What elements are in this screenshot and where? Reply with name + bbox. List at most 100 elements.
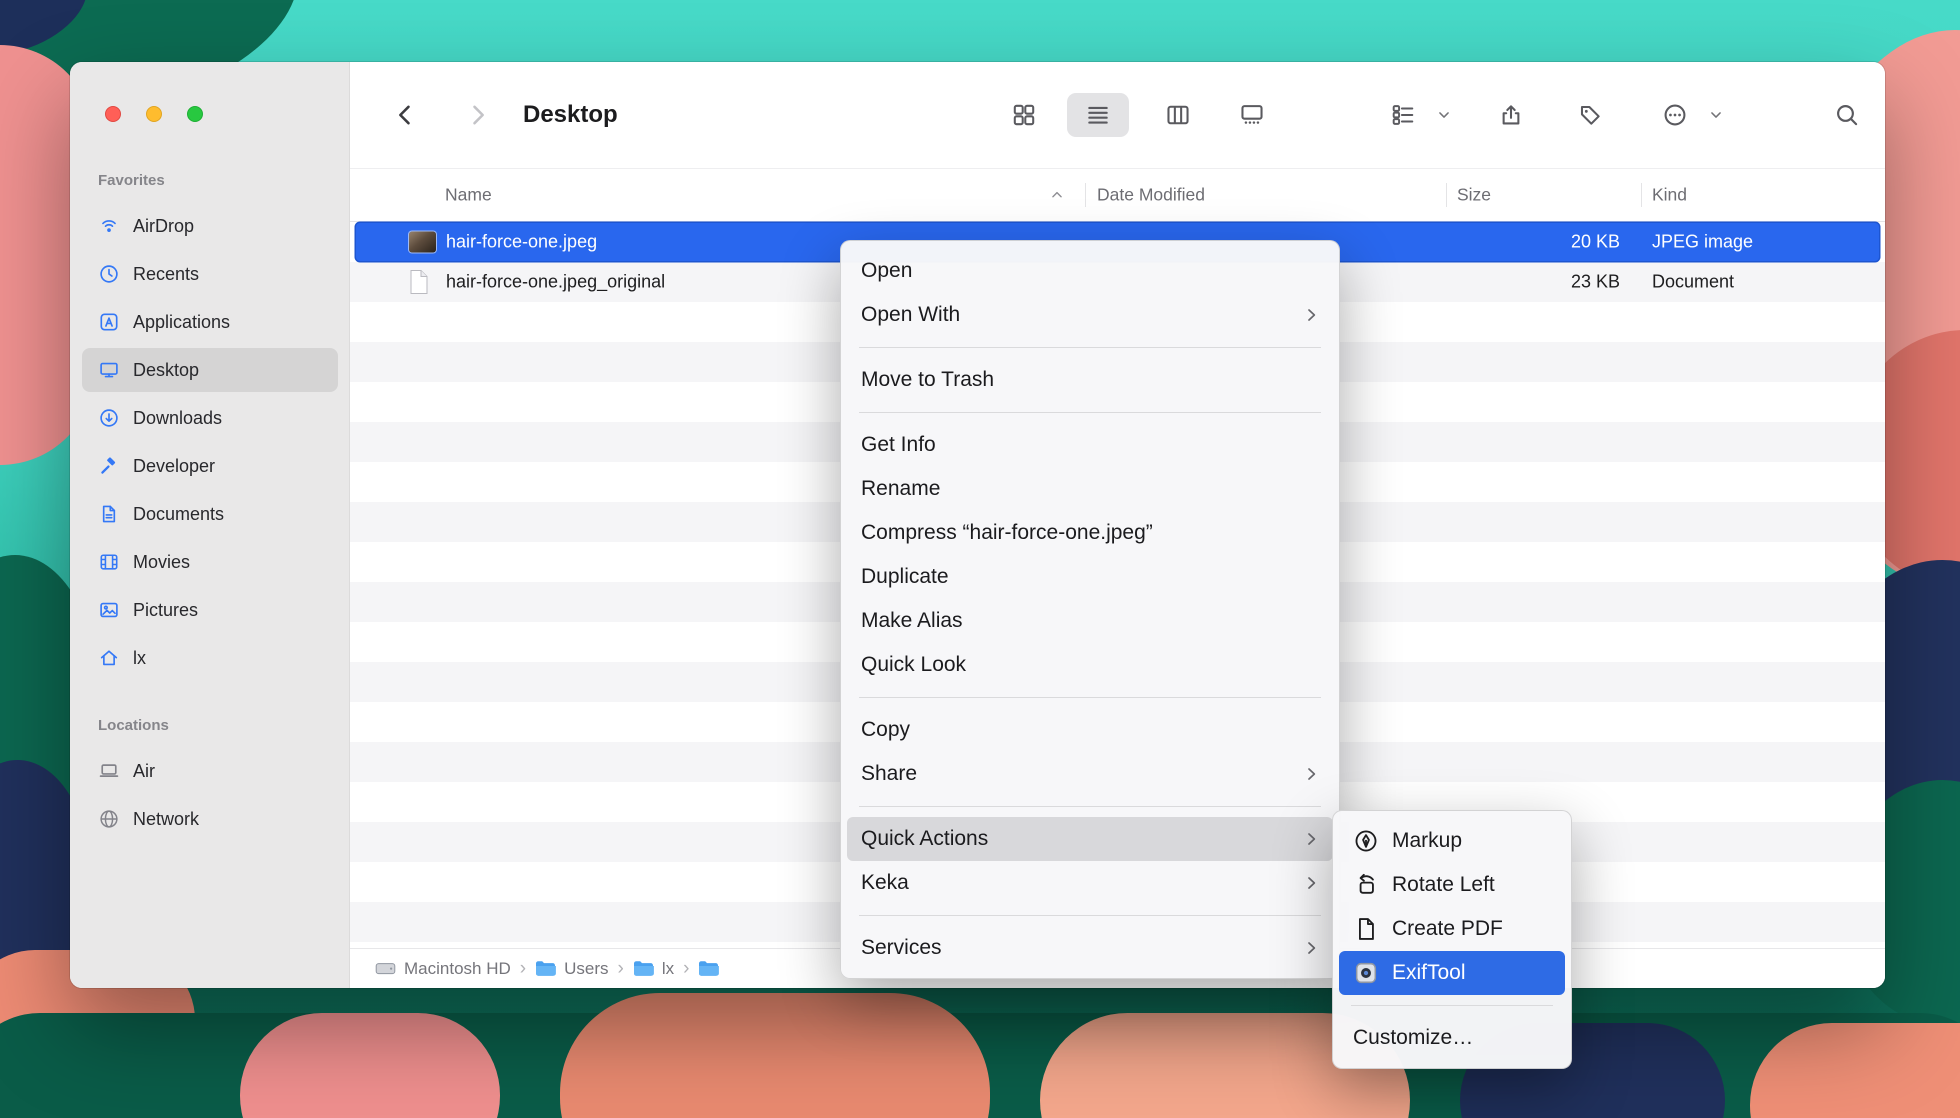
sidebar-item-documents[interactable]: Documents	[82, 492, 338, 536]
sidebar-item-label: Pictures	[133, 600, 198, 621]
tag-button[interactable]	[1577, 102, 1603, 128]
globe-icon	[98, 808, 120, 830]
downloads-icon	[98, 407, 120, 429]
clock-icon	[98, 263, 120, 285]
submenu-chevron-icon	[1303, 766, 1319, 782]
path-item-lx[interactable]: lx	[633, 959, 674, 979]
submenu-item-rotate-left[interactable]: Rotate Left	[1339, 863, 1565, 907]
sidebar-item-home-lx[interactable]: lx	[82, 636, 338, 680]
sidebar-item-air[interactable]: Air	[82, 749, 338, 793]
context-menu-item-rename[interactable]: Rename	[847, 467, 1333, 511]
airdrop-icon	[98, 215, 120, 237]
menu-item-label: Move to Trash	[861, 368, 994, 392]
context-menu-item-copy[interactable]: Copy	[847, 708, 1333, 752]
folder-icon	[535, 960, 556, 977]
photo-icon	[98, 599, 120, 621]
path-label: Macintosh HD	[404, 959, 511, 979]
close-window-button[interactable]	[105, 106, 121, 122]
sidebar-item-recents[interactable]: Recents	[82, 252, 338, 296]
submenu-item-markup[interactable]: Markup	[1339, 819, 1565, 863]
hammer-icon	[98, 455, 120, 477]
path-item-users[interactable]: Users	[535, 959, 608, 979]
folder-icon	[698, 960, 719, 977]
menu-item-label: Quick Look	[861, 653, 966, 677]
group-by-button[interactable]	[1390, 102, 1416, 128]
context-menu-item-move-to-trash[interactable]: Move to Trash	[847, 358, 1333, 402]
menu-item-label: Rename	[861, 477, 940, 501]
menu-divider	[1351, 1005, 1553, 1006]
submenu-chevron-icon	[1303, 307, 1319, 323]
menu-item-label: Markup	[1392, 829, 1462, 853]
sidebar-item-airdrop[interactable]: AirDrop	[82, 204, 338, 248]
context-menu: Open Open With Move to Trash Get Info Re…	[840, 240, 1340, 979]
context-menu-item-share[interactable]: Share	[847, 752, 1333, 796]
context-menu-item-make-alias[interactable]: Make Alias	[847, 599, 1333, 643]
hard-drive-icon	[375, 960, 396, 977]
forward-button[interactable]	[464, 101, 492, 129]
submenu-item-create-pdf[interactable]: Create PDF	[1339, 907, 1565, 951]
menu-item-label: ExifTool	[1392, 961, 1466, 985]
submenu-item-exiftool[interactable]: ExifTool	[1339, 951, 1565, 995]
column-view-button[interactable]	[1165, 102, 1191, 128]
more-actions-button[interactable]	[1662, 102, 1688, 128]
menu-item-label: Quick Actions	[861, 827, 988, 851]
context-menu-item-quick-look[interactable]: Quick Look	[847, 643, 1333, 687]
context-menu-item-compress[interactable]: Compress “hair-force-one.jpeg”	[847, 511, 1333, 555]
group-by-chevron-down-icon[interactable]	[1437, 108, 1451, 122]
home-icon	[98, 647, 120, 669]
context-menu-item-open-with[interactable]: Open With	[847, 293, 1333, 337]
sidebar-item-desktop[interactable]: Desktop	[82, 348, 338, 392]
sort-ascending-icon	[1050, 188, 1064, 202]
documents-icon	[98, 503, 120, 525]
sidebar-item-downloads[interactable]: Downloads	[82, 396, 338, 440]
context-menu-item-keka[interactable]: Keka	[847, 861, 1333, 905]
sidebar-item-developer[interactable]: Developer	[82, 444, 338, 488]
icon-view-button[interactable]	[1011, 102, 1037, 128]
sidebar-item-applications[interactable]: Applications	[82, 300, 338, 344]
wallpaper-stone-pink-bottom	[240, 1013, 500, 1118]
menu-item-label: Create PDF	[1392, 917, 1503, 941]
context-menu-item-services[interactable]: Services	[847, 926, 1333, 970]
context-menu-item-quick-actions[interactable]: Quick Actions	[847, 817, 1333, 861]
submenu-chevron-icon	[1303, 831, 1319, 847]
context-menu-item-duplicate[interactable]: Duplicate	[847, 555, 1333, 599]
menu-divider	[859, 412, 1321, 413]
markup-pen-icon	[1353, 828, 1379, 854]
zoom-window-button[interactable]	[187, 106, 203, 122]
column-header-date-modified[interactable]: Date Modified	[1097, 185, 1205, 206]
submenu-item-customize[interactable]: Customize…	[1339, 1016, 1565, 1060]
context-menu-item-open[interactable]: Open	[847, 249, 1333, 293]
column-header-name[interactable]: Name	[445, 185, 492, 206]
sidebar-item-pictures[interactable]: Pictures	[82, 588, 338, 632]
share-button[interactable]	[1498, 102, 1524, 128]
sidebar-item-label: Network	[133, 809, 199, 830]
sidebar-item-label: lx	[133, 648, 146, 669]
search-icon[interactable]	[1834, 102, 1860, 128]
path-item-macintosh-hd[interactable]: Macintosh HD	[375, 959, 511, 979]
sidebar-item-network[interactable]: Network	[82, 797, 338, 841]
menu-item-label: Customize…	[1353, 1026, 1473, 1050]
path-separator-chevron: ›	[618, 958, 624, 980]
context-menu-item-get-info[interactable]: Get Info	[847, 423, 1333, 467]
column-header-size[interactable]: Size	[1457, 185, 1491, 206]
list-view-button[interactable]	[1085, 102, 1111, 128]
column-divider	[1446, 183, 1447, 207]
sidebar-item-label: Recents	[133, 264, 199, 285]
sidebar-item-label: Air	[133, 761, 155, 782]
back-button[interactable]	[391, 101, 419, 129]
minimize-window-button[interactable]	[146, 106, 162, 122]
rotate-left-icon	[1353, 872, 1379, 898]
file-kind: JPEG image	[1652, 232, 1753, 253]
gallery-view-button[interactable]	[1239, 102, 1265, 128]
sidebar-item-movies[interactable]: Movies	[82, 540, 338, 584]
film-icon	[98, 551, 120, 573]
applications-icon	[98, 311, 120, 333]
wallpaper-stone-coral-bottom-1	[560, 993, 990, 1118]
more-actions-chevron-down-icon[interactable]	[1709, 108, 1723, 122]
path-label: Users	[564, 959, 608, 979]
laptop-icon	[98, 760, 120, 782]
path-item-clipped[interactable]	[698, 960, 719, 977]
column-header-kind[interactable]: Kind	[1652, 185, 1687, 206]
sidebar-item-label: Applications	[133, 312, 230, 333]
menu-item-label: Compress “hair-force-one.jpeg”	[861, 521, 1153, 545]
